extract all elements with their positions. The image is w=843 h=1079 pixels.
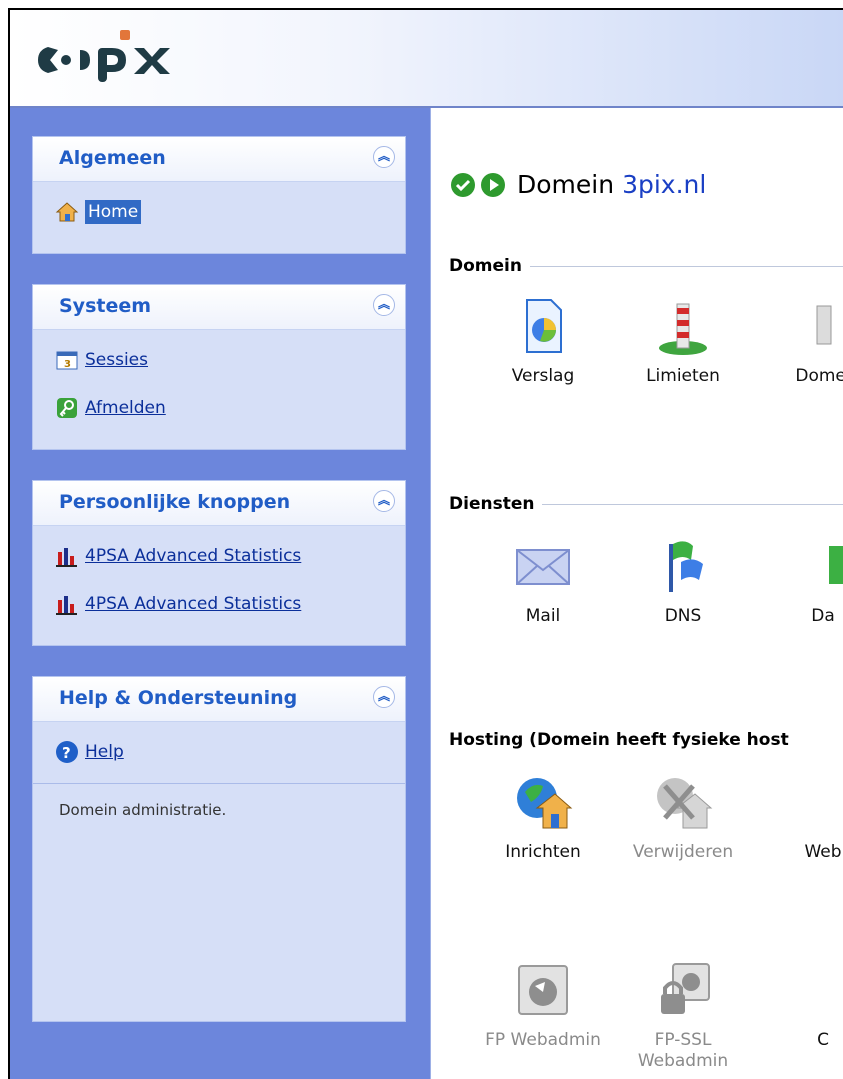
panel-description: Domein administratie. — [59, 801, 227, 819]
header-bar — [10, 10, 843, 108]
statistics-icon — [56, 548, 77, 567]
tool-mail[interactable]: Mail — [483, 536, 603, 626]
tool-label: Web — [804, 842, 842, 862]
tool-dns[interactable]: DNS — [623, 536, 743, 626]
collapse-icon[interactable]: ︽ — [373, 146, 395, 168]
page-title: Domein 3pix.nl — [451, 170, 706, 199]
title-prefix: Domein — [517, 170, 615, 199]
panel-systeem: Systeem ︽ 3 Sessies Afmelden — [32, 284, 406, 450]
tool-label: Mail — [525, 606, 561, 626]
help-icon: ? — [56, 741, 78, 763]
domain-name: 3pix.nl — [622, 170, 707, 199]
divider — [33, 783, 405, 784]
tool-c[interactable]: C — [763, 960, 843, 1050]
panel-help: Help & Ondersteuning ︽ ? Help Domein adm… — [32, 676, 406, 1022]
sidebar-item-label: Home — [85, 200, 142, 224]
sidebar-item-sessies[interactable]: 3 Sessies — [55, 345, 148, 375]
tool-label: Verwijderen — [632, 842, 734, 862]
panel-persoonlijke-knoppen: Persoonlijke knoppen ︽ 4PSA Advanced Sta… — [32, 480, 406, 646]
divider — [529, 265, 843, 267]
tool-label: Inrichten — [505, 842, 581, 862]
logout-icon — [57, 398, 77, 418]
domain-icon — [816, 305, 832, 345]
collapse-icon[interactable]: ︽ — [373, 294, 395, 316]
sessions-icon: 3 — [56, 351, 78, 370]
tool-label: FP Webadmin — [485, 1030, 601, 1050]
tool-label: Domei — [795, 366, 843, 386]
play-icon — [481, 172, 505, 197]
tool-web[interactable]: Web — [763, 772, 843, 862]
tool-label: DNS — [664, 606, 702, 626]
home-icon — [55, 202, 79, 222]
section-title: Hosting (Domein heeft fysieke host — [449, 730, 789, 750]
section-diensten: Diensten — [449, 492, 843, 516]
mail-icon — [516, 549, 570, 585]
svg-text:3: 3 — [64, 359, 71, 370]
tool-label: Da — [811, 606, 835, 626]
panel-title: Persoonlijke knoppen — [59, 491, 291, 513]
panel-header: Persoonlijke knoppen ︽ — [33, 481, 405, 526]
main-content: Domein 3pix.nl Domein Verslag Limieten D… — [430, 108, 843, 1079]
section-title: Diensten — [449, 494, 535, 514]
sidebar-item-label: 4PSA Advanced Statistics — [85, 594, 302, 614]
section-domein: Domein — [449, 254, 843, 278]
tool-label: C — [817, 1030, 829, 1050]
svg-text:?: ? — [62, 744, 71, 762]
sidebar-item-help[interactable]: ? Help — [55, 737, 124, 767]
section-hosting: Hosting (Domein heeft fysieke host — [449, 728, 843, 752]
panel-title: Algemeen — [59, 147, 166, 169]
divider — [542, 503, 843, 505]
tool-databases[interactable]: Da — [763, 536, 843, 626]
tool-label: Limieten — [646, 366, 720, 386]
section-title: Domein — [449, 256, 522, 276]
sidebar-item-label: Sessies — [85, 350, 149, 370]
sidebar-item-label: Afmelden — [85, 398, 166, 418]
collapse-icon[interactable]: ︽ — [373, 490, 395, 512]
panel-title: Systeem — [59, 295, 152, 317]
panel-header: Systeem ︽ — [33, 285, 405, 330]
sidebar-item-statistics[interactable]: 4PSA Advanced Statistics — [55, 589, 301, 619]
tool-label: Verslag — [511, 366, 575, 386]
check-icon — [451, 172, 475, 197]
fp-ssl-webadmin-icon — [661, 963, 710, 1014]
panel-algemeen: Algemeen ︽ Home — [32, 136, 406, 254]
remove-icon — [657, 778, 713, 829]
limits-icon — [659, 303, 707, 355]
sidebar-item-afmelden[interactable]: Afmelden — [55, 393, 166, 423]
panel-header: Help & Ondersteuning ︽ — [33, 677, 405, 722]
tool-domein[interactable]: Domei — [763, 296, 843, 386]
c-icon — [793, 960, 843, 1020]
setup-icon — [517, 778, 573, 829]
sidebar-item-statistics[interactable]: 4PSA Advanced Statistics — [55, 541, 301, 571]
panel-header: Algemeen ︽ — [33, 137, 405, 182]
database-icon — [829, 546, 843, 584]
tool-verwijderen: Verwijderen — [623, 772, 743, 862]
tool-verslag[interactable]: Verslag — [483, 296, 603, 386]
sidebar: Algemeen ︽ Home Systeem ︽ 3 Sessies Afme… — [10, 108, 430, 1079]
report-icon — [526, 299, 562, 353]
tool-fp-webadmin: FP Webadmin — [483, 960, 603, 1050]
tool-fp-ssl-webadmin: FP-SSL Webadmin — [623, 960, 743, 1072]
sidebar-item-home[interactable]: Home — [55, 197, 142, 227]
fp-webadmin-icon — [518, 965, 568, 1015]
statistics-icon — [56, 596, 77, 615]
tool-limieten[interactable]: Limieten — [623, 296, 743, 386]
sidebar-item-label: Help — [85, 742, 124, 762]
dns-icon — [669, 541, 703, 592]
window-frame: Algemeen ︽ Home Systeem ︽ 3 Sessies Afme… — [8, 8, 843, 1079]
brand-logo — [38, 30, 170, 82]
panel-title: Help & Ondersteuning — [59, 687, 298, 709]
web-icon — [793, 772, 843, 832]
tool-label: FP-SSL Webadmin — [637, 1030, 729, 1071]
sidebar-item-label: 4PSA Advanced Statistics — [85, 546, 302, 566]
tool-inrichten[interactable]: Inrichten — [483, 772, 603, 862]
collapse-icon[interactable]: ︽ — [373, 686, 395, 708]
